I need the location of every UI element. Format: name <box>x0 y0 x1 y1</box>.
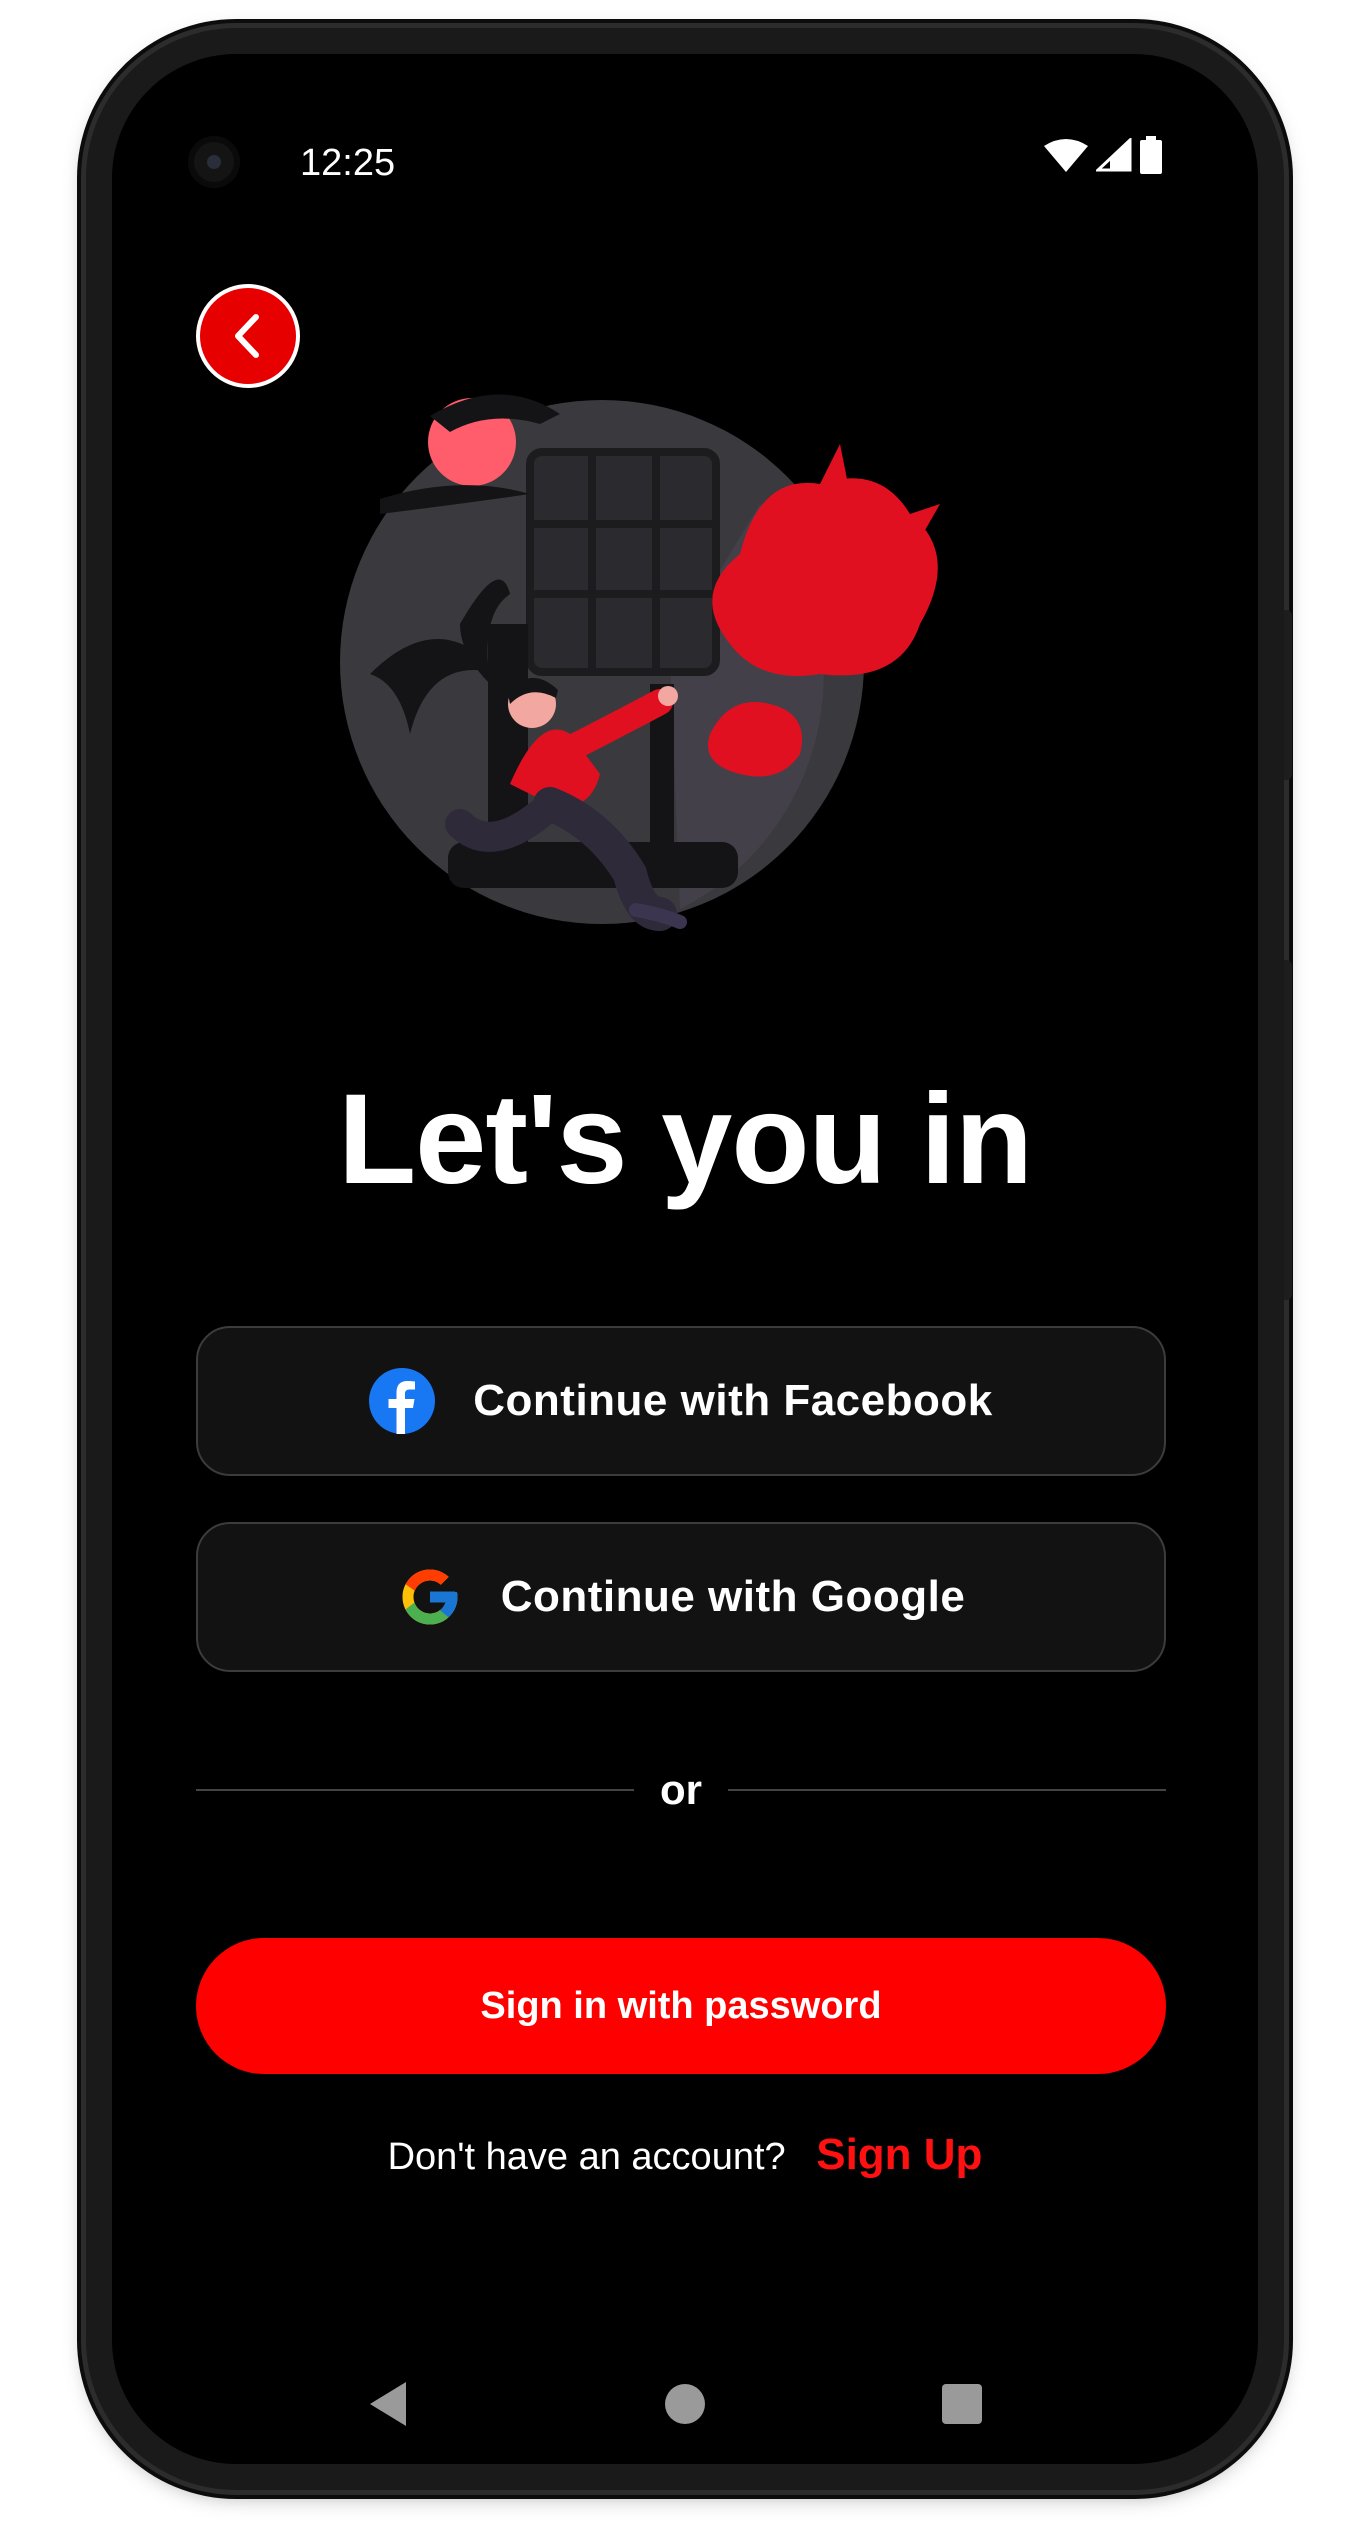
back-button[interactable] <box>196 284 300 388</box>
battery-icon <box>1140 136 1162 174</box>
facebook-icon <box>369 1368 436 1434</box>
google-button-label: Continue with Google <box>500 1572 966 1621</box>
back-triangle-icon[interactable] <box>370 2382 406 2426</box>
front-camera <box>188 136 240 188</box>
status-icons <box>1044 136 1162 174</box>
volume-button <box>1284 960 1292 1300</box>
facebook-login-button[interactable]: Continue with Facebook <box>196 1326 1166 1476</box>
power-button <box>1284 610 1292 780</box>
system-nav-bar <box>370 2382 982 2426</box>
status-time: 12:25 <box>300 142 396 184</box>
sign-in-password-button[interactable]: Sign in with password <box>196 1938 1166 2074</box>
divider-line-right <box>728 1789 1166 1791</box>
recents-square-icon[interactable] <box>942 2384 982 2424</box>
hero-illustration <box>340 394 940 931</box>
divider-label: or <box>660 1766 702 1813</box>
google-login-button[interactable]: Continue with Google <box>196 1522 1166 1672</box>
facebook-button-label: Continue with Facebook <box>473 1376 993 1425</box>
page-title: Let's you in <box>337 1068 1033 1211</box>
signup-link[interactable]: Sign Up <box>816 2130 982 2179</box>
google-icon <box>402 1569 458 1625</box>
app-screen: 12:25 Let's you in Continue with Faceboo… <box>112 54 1258 2464</box>
signup-prompt-text: Don't have an account? <box>387 2136 786 2178</box>
signup-prompt: Don't have an account? Sign Up <box>112 2130 1258 2180</box>
chevron-left-icon <box>235 314 259 358</box>
wifi-icon <box>1044 139 1088 172</box>
divider-line-left <box>196 1789 634 1791</box>
or-divider: or <box>196 1760 1166 1820</box>
home-circle-icon[interactable] <box>665 2384 705 2424</box>
cell-signal-icon <box>1096 138 1132 172</box>
sign-in-password-label: Sign in with password <box>480 1984 882 2027</box>
